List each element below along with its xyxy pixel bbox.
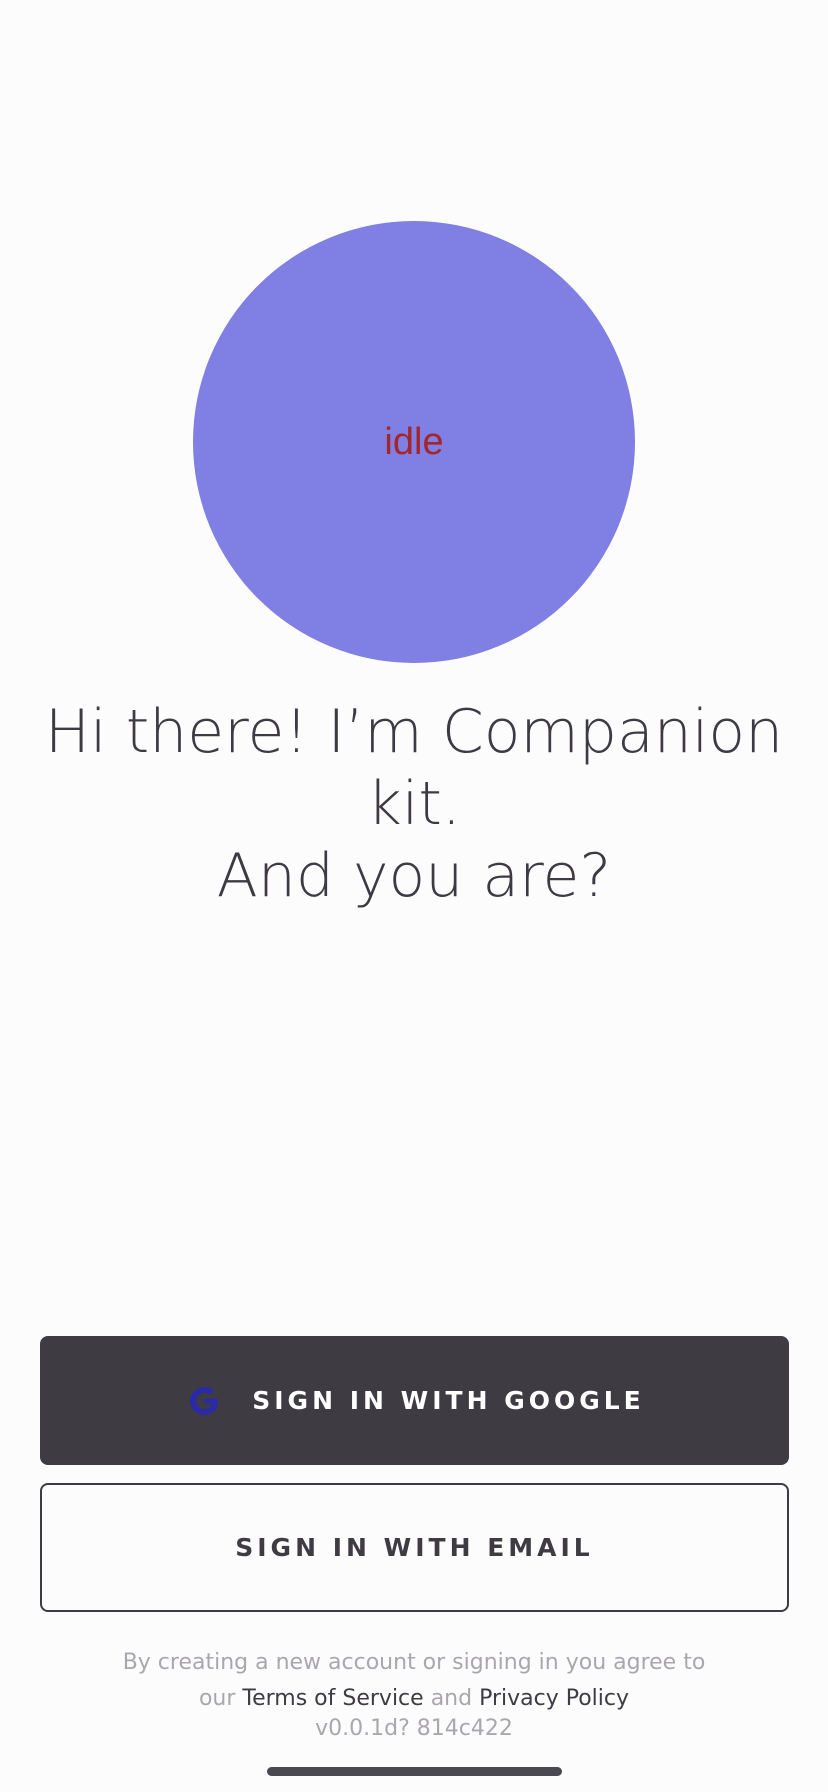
sign-in-google-label: SIGN IN WITH GOOGLE xyxy=(252,1386,645,1415)
legal-notice: By creating a new account or signing in … xyxy=(40,1645,788,1717)
greeting-line-2: kit. xyxy=(366,769,461,839)
google-g-icon xyxy=(184,1381,224,1421)
greeting-heading: Hi there! I’m Companion kit. And you are… xyxy=(40,696,788,912)
legal-prefix: our xyxy=(198,1686,236,1711)
greeting-line-3: And you are? xyxy=(216,841,612,911)
greeting-line-1: Hi there! I’m Companion xyxy=(44,697,784,767)
avatar-circle: idle xyxy=(193,221,635,663)
app-version: v0.0.1d? 814c422 xyxy=(315,1716,513,1741)
privacy-policy-link[interactable]: Privacy Policy xyxy=(479,1686,629,1711)
legal-line-1: By creating a new account or signing in … xyxy=(122,1650,706,1675)
legal-line-2: our Terms of Service and Privacy Policy xyxy=(40,1681,788,1717)
terms-of-service-link[interactable]: Terms of Service xyxy=(242,1686,423,1711)
avatar-status-label: idle xyxy=(384,420,444,463)
sign-in-email-label: SIGN IN WITH EMAIL xyxy=(235,1533,594,1562)
sign-in-google-button[interactable]: SIGN IN WITH GOOGLE xyxy=(40,1336,789,1465)
sign-in-email-button[interactable]: SIGN IN WITH EMAIL xyxy=(40,1483,789,1612)
home-indicator[interactable] xyxy=(267,1767,562,1776)
legal-and: and xyxy=(430,1686,473,1711)
